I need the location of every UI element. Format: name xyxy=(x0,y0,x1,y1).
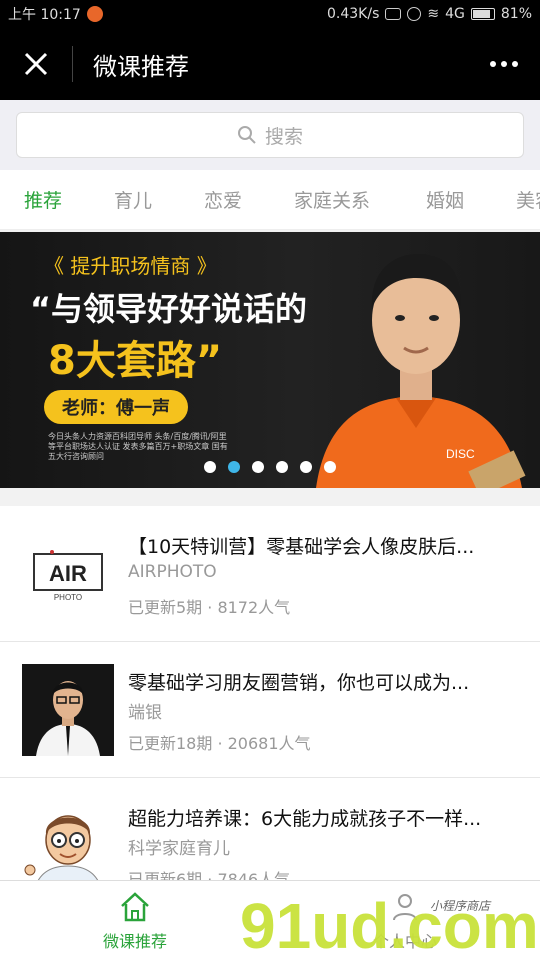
close-icon xyxy=(24,52,48,76)
logo-subtext: PHOTO xyxy=(54,593,82,602)
page-title: 微课推荐 xyxy=(93,52,189,81)
wifi-icon: ≋ xyxy=(427,6,440,22)
carousel-dot-active[interactable] xyxy=(228,461,240,473)
nav-home-label: 微课推荐 xyxy=(102,932,167,951)
course-title: 零基础学习朋友圈营销，你也可以成为... xyxy=(128,672,470,694)
search-bar: 搜索 xyxy=(0,100,540,170)
cartoon-doctor-image xyxy=(24,815,103,892)
nav-home[interactable]: 微课推荐 xyxy=(0,881,270,960)
course-thumbnail: AIR PHOTO xyxy=(22,528,114,620)
app-notification-icon xyxy=(86,6,103,22)
logo-text: AIR xyxy=(49,561,87,586)
more-dot-icon xyxy=(501,61,507,67)
nav-profile[interactable]: 个人中心 xyxy=(270,881,540,960)
bottom-navigation: 微课推荐 个人中心 xyxy=(0,880,540,960)
battery-icon xyxy=(470,8,495,20)
tab-recommend[interactable]: 推荐 xyxy=(0,186,90,213)
category-tabs: 推荐 育儿 恋爱 家庭关系 婚姻 美容 xyxy=(0,170,540,230)
course-author: 端银 xyxy=(128,703,162,723)
person-icon xyxy=(393,894,417,921)
mute-icon xyxy=(385,8,402,20)
carousel-dot[interactable] xyxy=(300,461,312,473)
banner-credentials: 今日头条人力资源百科团导师 头条/百度/腾讯/阿里等平台职场达人认证 发表多篇百… xyxy=(48,432,228,461)
status-time: 上午 10:17 xyxy=(8,7,81,23)
search-input[interactable]: 搜索 xyxy=(16,112,524,158)
shirt-logo: DISC xyxy=(446,447,475,461)
app-header: 微课推荐 xyxy=(0,28,540,100)
banner-subtitle: 《 提升职场情商 》 xyxy=(44,254,217,278)
header-divider xyxy=(72,46,73,82)
course-thumbnail xyxy=(22,800,114,892)
search-placeholder: 搜索 xyxy=(264,125,303,148)
tab-love[interactable]: 恋爱 xyxy=(180,186,270,213)
banner-headline-1: “与领导好好说话的 xyxy=(30,290,308,328)
course-author: 科学家庭育儿 xyxy=(128,839,230,859)
author-photo xyxy=(22,664,114,756)
course-meta: 已更新18期 · 20681人气 xyxy=(128,734,311,753)
list-item[interactable]: 零基础学习朋友圈营销，你也可以成为... 端银 已更新18期 · 20681人气 xyxy=(0,642,540,778)
status-bar: 上午 10:17 0.43K/s ≋ 4G 81% xyxy=(0,0,540,28)
carousel-indicator xyxy=(204,461,336,473)
carousel-dot[interactable] xyxy=(204,461,216,473)
course-author: AIRPHOTO xyxy=(128,562,217,582)
home-icon xyxy=(121,892,149,922)
tab-parenting[interactable]: 育儿 xyxy=(90,186,180,213)
tab-beauty[interactable]: 美容 xyxy=(492,186,540,213)
course-title: 超能力培养课：6大能力成就孩子不一样... xyxy=(128,808,482,830)
airphoto-logo: AIR PHOTO xyxy=(33,550,103,602)
banner-headline-2: 8大套路” xyxy=(48,338,223,384)
more-dot-icon xyxy=(490,61,496,67)
carousel-dot[interactable] xyxy=(252,461,264,473)
teacher-photo: DISC xyxy=(316,254,526,488)
battery-level: 81% xyxy=(500,6,532,22)
alarm-icon xyxy=(407,7,422,21)
tab-marriage[interactable]: 婚姻 xyxy=(402,186,492,213)
nav-profile-label: 个人中心 xyxy=(372,932,437,951)
network-type: 4G xyxy=(445,6,465,22)
course-meta: 已更新5期 · 8172人气 xyxy=(128,598,291,617)
search-icon xyxy=(237,126,256,144)
course-thumbnail xyxy=(22,664,114,756)
list-item[interactable]: AIR PHOTO 【10天特训营】零基础学会人像皮肤后... AIRPHOTO… xyxy=(0,506,540,642)
more-options-button[interactable] xyxy=(468,28,540,100)
network-speed: 0.43K/s xyxy=(327,6,380,22)
tab-family[interactable]: 家庭关系 xyxy=(270,186,402,213)
close-button[interactable] xyxy=(0,28,72,100)
course-title: 【10天特训营】零基础学会人像皮肤后... xyxy=(128,536,475,558)
course-list: AIR PHOTO 【10天特训营】零基础学会人像皮肤后... AIRPHOTO… xyxy=(0,506,540,914)
carousel-dot[interactable] xyxy=(324,461,336,473)
banner-teacher-badge: 老师：傅一声 xyxy=(44,390,188,424)
more-dot-icon xyxy=(512,61,518,67)
promo-banner[interactable]: 《 提升职场情商 》 “与领导好好说话的 8大套路” 老师：傅一声 今日头条人力… xyxy=(0,232,540,488)
carousel-dot[interactable] xyxy=(276,461,288,473)
